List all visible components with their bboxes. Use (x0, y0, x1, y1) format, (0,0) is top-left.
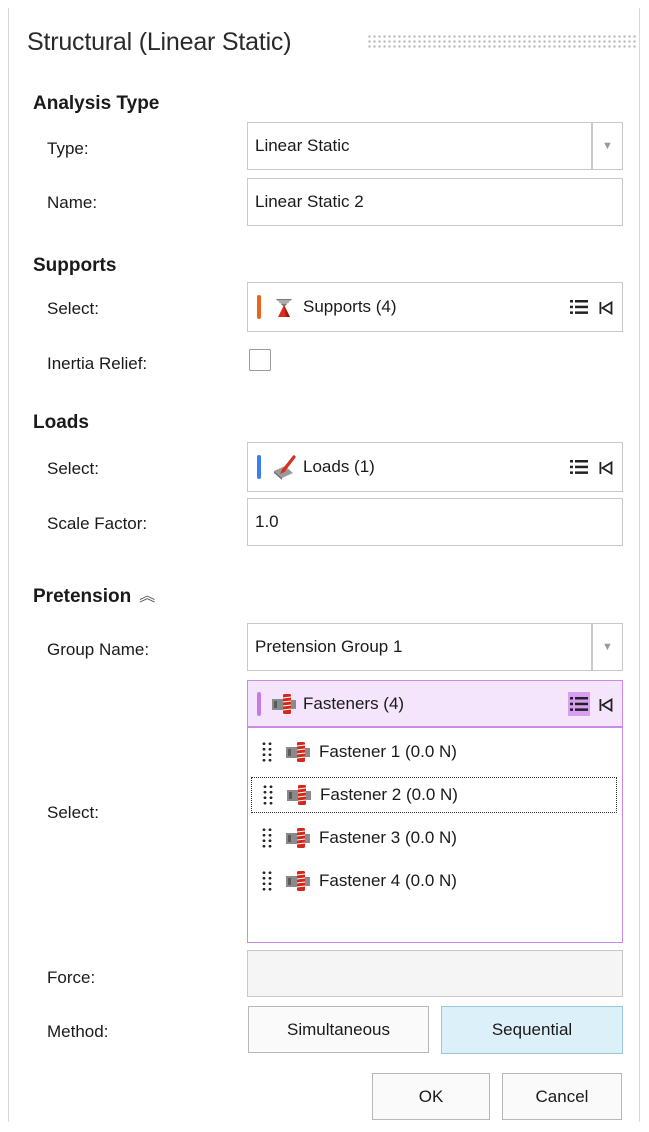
supports-select-label: Select: (47, 299, 99, 318)
drag-handle-icon[interactable] (261, 870, 273, 892)
list-item[interactable]: Fastener 2 (0.0 N) (251, 777, 617, 813)
section-loads: Loads (33, 412, 89, 433)
loads-select-label: Select: (47, 459, 99, 478)
reset-first-icon[interactable] (599, 697, 613, 712)
simultaneous-button[interactable]: Simultaneous (248, 1006, 429, 1053)
cancel-button[interactable]: Cancel (502, 1073, 622, 1120)
fastener-icon (287, 785, 311, 805)
support-icon (271, 294, 297, 320)
fastener-icon (286, 828, 310, 848)
fastener-label: Fastener 3 (0.0 N) (319, 828, 457, 847)
list-item[interactable]: Fastener 3 (0.0 N) (251, 820, 617, 856)
dialog-title: Structural (Linear Static) (27, 28, 292, 56)
ok-button[interactable]: OK (372, 1073, 490, 1120)
type-dropdown-button[interactable]: ▼ (592, 122, 623, 170)
fastener-label: Fastener 4 (0.0 N) (319, 871, 457, 890)
section-supports: Supports (33, 255, 117, 276)
fasteners-selector-text: Fasteners (4) (303, 693, 405, 713)
type-label: Type: (47, 139, 89, 158)
drag-grip-handle[interactable] (367, 34, 637, 50)
fasteners-color-bar (257, 691, 261, 716)
fastener-icon (286, 742, 310, 762)
fastener-label: Fastener 1 (0.0 N) (319, 742, 457, 761)
section-pretension: Pretension ︽ (33, 582, 155, 608)
scale-factor-input[interactable]: 1.0 (247, 498, 623, 546)
fastener-label: Fastener 2 (0.0 N) (320, 785, 458, 804)
fasteners-selector[interactable]: Fasteners (4) (247, 680, 623, 727)
type-value: Linear Static (255, 136, 350, 155)
name-input[interactable]: Linear Static 2 (247, 178, 623, 226)
group-name-combobox[interactable]: Pretension Group 1 (247, 623, 592, 671)
list-item[interactable]: Fastener 1 (0.0 N) (251, 734, 617, 770)
section-pretension-title: Pretension (33, 586, 132, 607)
reset-first-icon[interactable] (599, 300, 613, 316)
collapse-chevron-icon[interactable]: ︽ (139, 582, 155, 606)
group-name-label: Group Name: (47, 640, 150, 659)
scale-factor-label: Scale Factor: (47, 514, 148, 533)
chevron-down-icon: ▼ (602, 140, 613, 152)
fasteners-icon (271, 691, 297, 717)
drag-handle-icon[interactable] (261, 827, 273, 849)
list-icon[interactable] (570, 459, 588, 475)
fastener-list[interactable]: Fastener 1 (0.0 N) Fastener 2 (0.0 N) Fa… (247, 727, 623, 943)
loads-color-bar (257, 455, 261, 479)
fastener-icon (286, 871, 310, 891)
method-label: Method: (47, 1022, 109, 1041)
list-icon[interactable] (568, 691, 590, 716)
inertia-relief-label: Inertia Relief: (47, 354, 148, 373)
load-arrow-icon (271, 454, 297, 480)
name-value: Linear Static 2 (255, 192, 364, 211)
scale-factor-value: 1.0 (255, 512, 279, 531)
loads-selector-text: Loads (1) (303, 457, 375, 476)
loads-selector[interactable]: Loads (1) (247, 442, 623, 492)
list-icon[interactable] (570, 299, 588, 315)
chevron-down-icon: ▼ (602, 641, 613, 653)
name-label: Name: (47, 193, 98, 212)
supports-color-bar (257, 295, 261, 319)
group-dropdown-button[interactable]: ▼ (592, 623, 623, 671)
force-input (247, 950, 623, 997)
list-item[interactable]: Fastener 4 (0.0 N) (251, 863, 617, 899)
type-combobox[interactable]: Linear Static (247, 122, 592, 170)
drag-handle-icon[interactable] (261, 741, 273, 763)
supports-selector[interactable]: Supports (4) (247, 282, 623, 332)
section-analysis-type: Analysis Type (33, 93, 160, 114)
sequential-button[interactable]: Sequential (441, 1006, 623, 1054)
force-label: Force: (47, 968, 96, 987)
supports-selector-text: Supports (4) (303, 297, 397, 316)
inertia-relief-checkbox[interactable] (249, 349, 271, 371)
group-name-value: Pretension Group 1 (255, 637, 403, 656)
reset-first-icon[interactable] (599, 460, 613, 476)
drag-handle-icon[interactable] (262, 784, 274, 806)
pretension-select-label: Select: (47, 803, 99, 822)
